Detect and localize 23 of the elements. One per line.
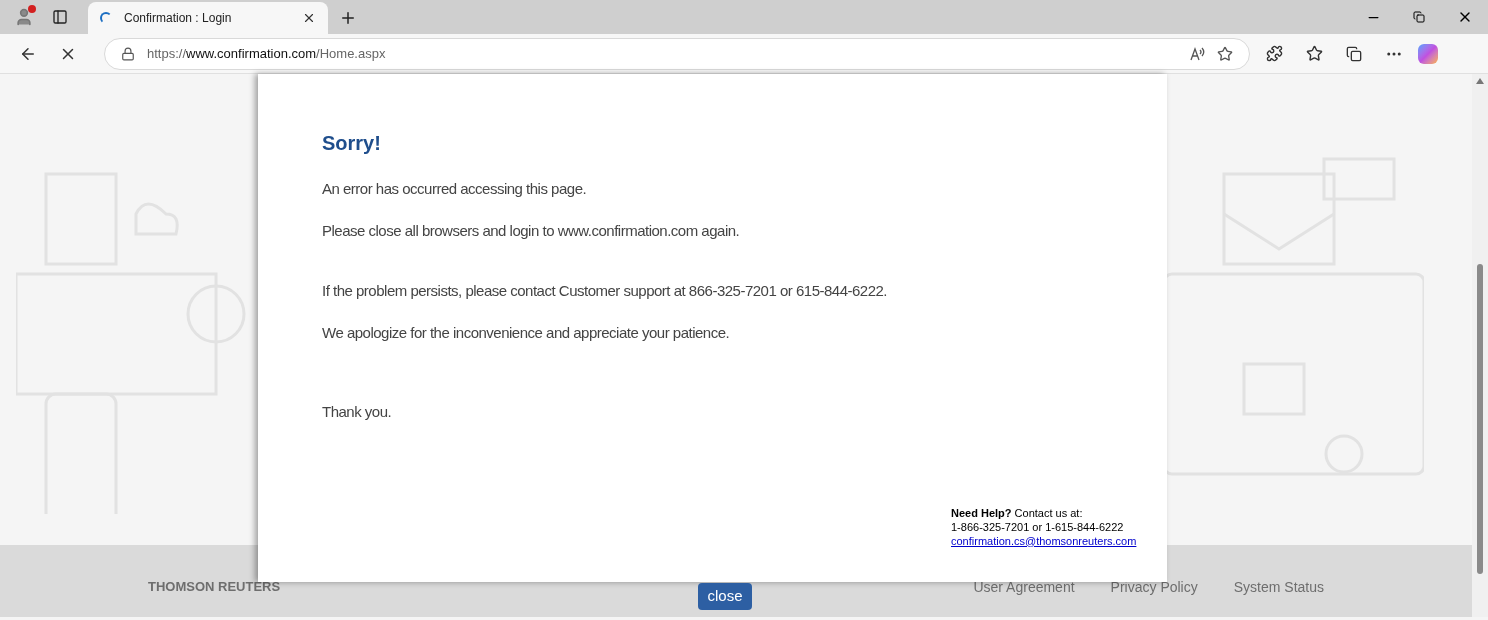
- message-text: We apologize for the inconvenience and appreciate your patience.: [322, 322, 731, 343]
- scroll-up-icon[interactable]: [1476, 78, 1484, 84]
- url-text: https://www.confirmation.com/Home.aspx: [147, 44, 387, 63]
- brand-logo: THOMSON REUTERS: [148, 578, 281, 597]
- read-aloud-icon[interactable]: [1189, 45, 1205, 62]
- email-link[interactable]: confirmation.cs@thomsonreuters.com: [951, 534, 1137, 547]
- help-text: Need Help? Contact us at:: [951, 505, 1084, 520]
- close-tab-icon: [302, 11, 316, 25]
- address-bar[interactable]: https://www.confirmation.com/Home.aspx: [104, 37, 1250, 70]
- loading-icon: [100, 12, 112, 24]
- help-phones: 1-866-325-7201 or 1-615-844-6222: [951, 519, 1125, 534]
- favorite-icon: [1217, 45, 1233, 62]
- tab-title: Confirmation : Login: [124, 10, 233, 27]
- footer-link[interactable]: System Status: [1233, 576, 1324, 598]
- message-text: Thank you.: [322, 402, 393, 422]
- browser-tab[interactable]: Confirmation : Login: [88, 2, 328, 34]
- message-text: Please close all browsers and login to www.confirmation.com again.: [322, 220, 741, 241]
- dialog-heading: Sorry!: [322, 131, 382, 156]
- message-text: An error has occurred accessing this page.: [322, 179, 588, 199]
- lock-icon: [121, 46, 135, 61]
- scrollbar[interactable]: [1472, 74, 1488, 617]
- close-button[interactable]: close: [698, 583, 752, 610]
- message-text: If the problem persists, please contact Customer support at 866-325-7201 or 615-844-6222.: [322, 281, 889, 301]
